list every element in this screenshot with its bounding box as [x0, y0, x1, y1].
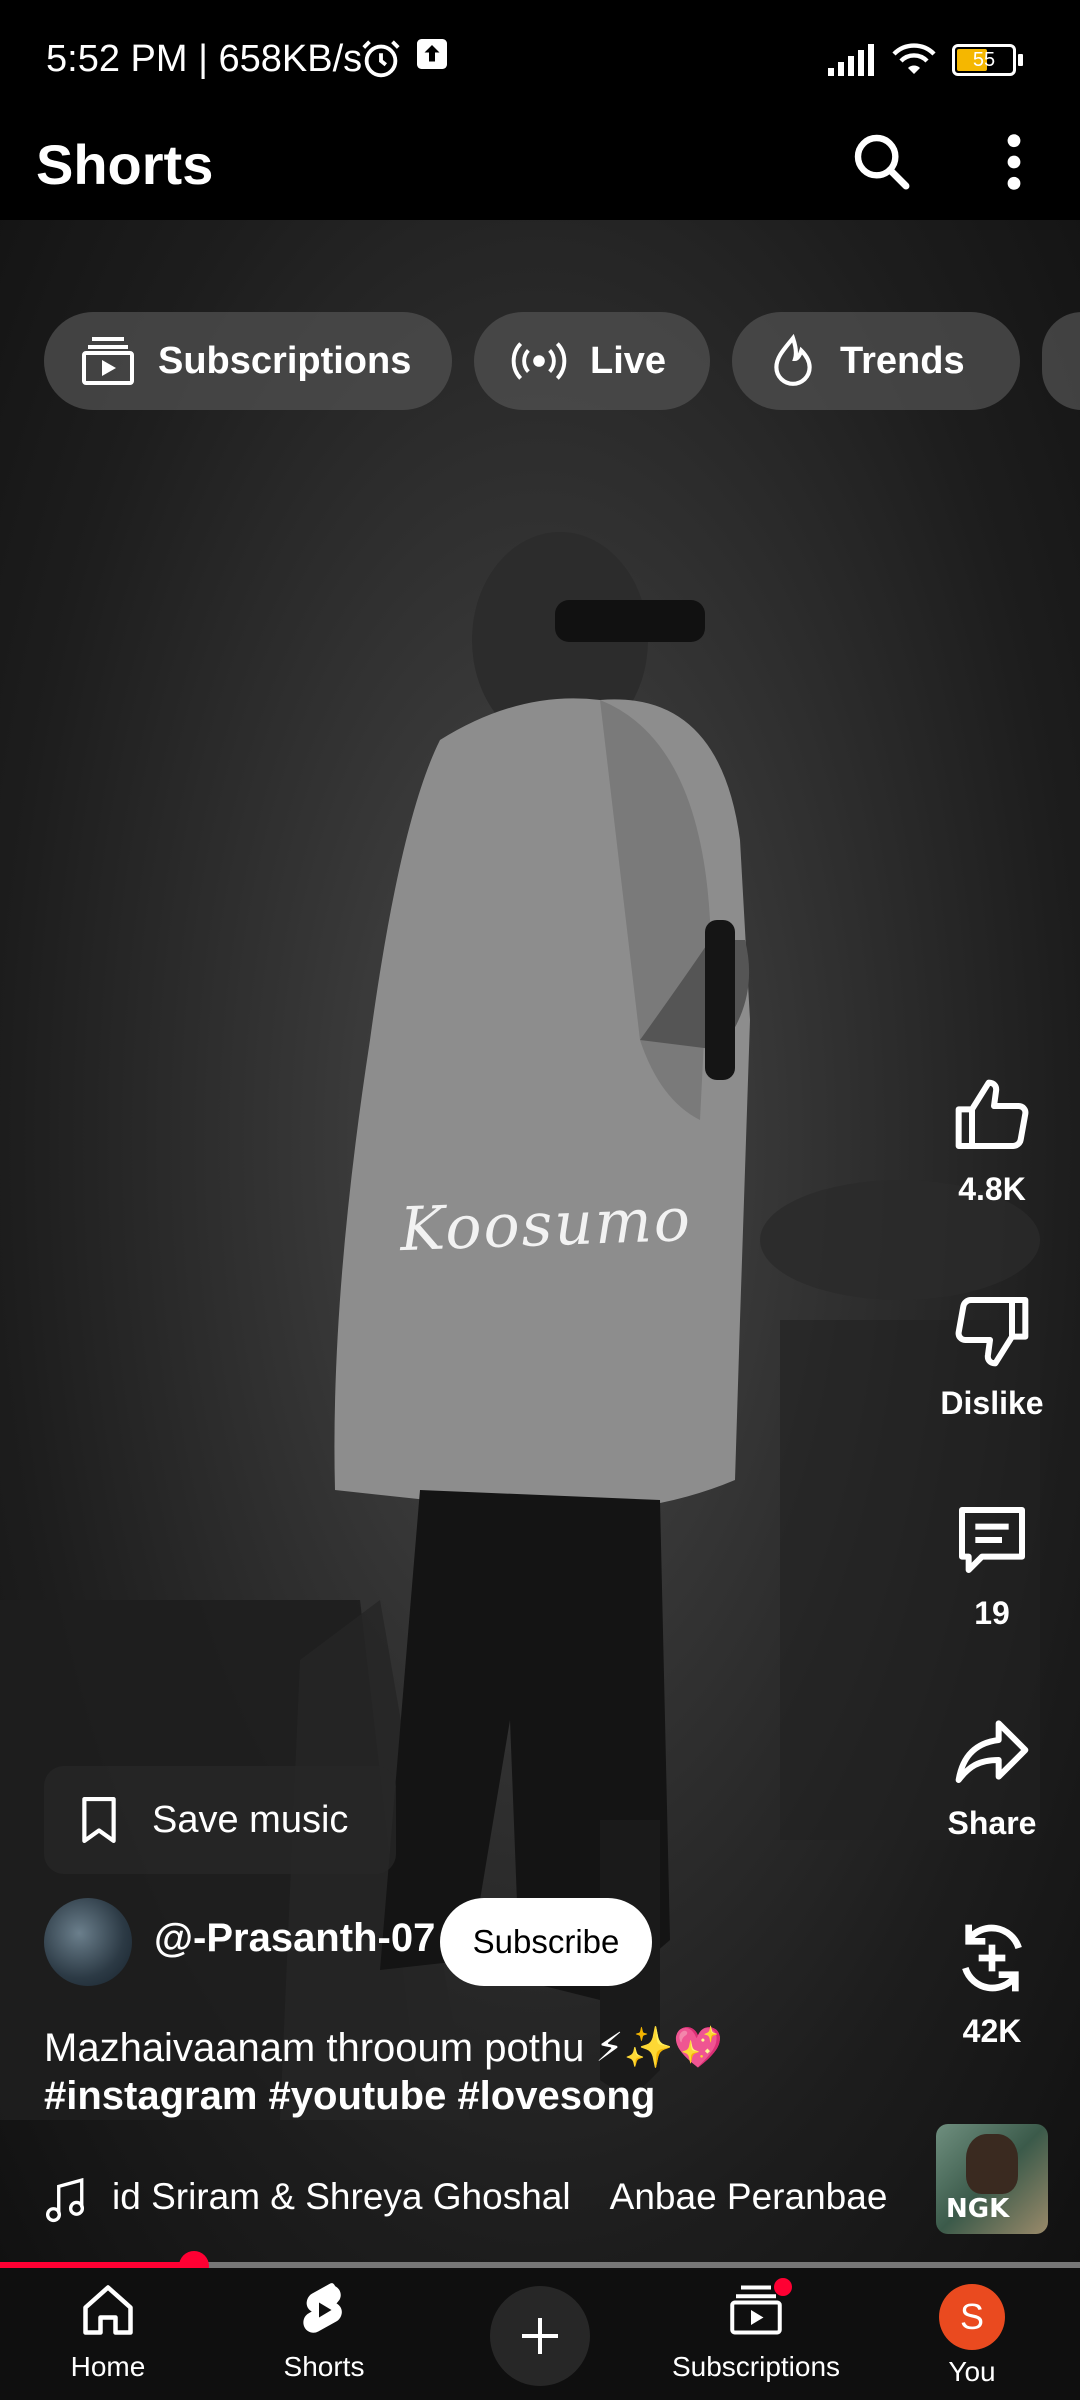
chip-subscriptions[interactable]: Subscriptions	[44, 312, 452, 410]
trends-icon	[774, 334, 812, 386]
subscriptions-icon	[82, 337, 134, 385]
search-icon[interactable]	[850, 130, 914, 194]
nav-shorts[interactable]: Shorts	[224, 2280, 424, 2383]
remix-icon	[962, 1924, 1022, 1992]
comments-count: 19	[974, 1595, 1010, 1631]
app-header: Shorts	[0, 120, 1080, 220]
thumbnail-text: NGK	[946, 2194, 1010, 2224]
page-title: Shorts	[36, 133, 214, 196]
nav-subscriptions[interactable]: Subscriptions	[656, 2278, 856, 2383]
video-caption: Mazhaivaanam throoum pothu ⚡✨💖	[44, 2026, 724, 2070]
chip-live[interactable]: Live	[474, 312, 710, 410]
music-track-text: id Sriram & Shreya Ghoshal Anbae Peranba…	[112, 2176, 888, 2217]
battery-level: 55	[972, 49, 996, 71]
chip-label: Subscriptions	[158, 339, 412, 382]
create-icon	[522, 2318, 558, 2354]
nav-label: Shorts	[283, 2351, 365, 2382]
thumbs-up-icon	[955, 1079, 1029, 1149]
music-note-icon	[45, 2178, 85, 2223]
like-button[interactable]: 4.8K	[930, 1076, 1054, 1208]
upload-icon	[417, 39, 447, 69]
save-music-label: Save music	[152, 1798, 349, 1841]
alarm-icon	[362, 40, 400, 78]
more-vert-icon[interactable]	[996, 130, 1032, 194]
share-label: Share	[947, 1805, 1037, 1841]
dislike-label: Dislike	[940, 1385, 1044, 1421]
remix-count: 42K	[962, 2013, 1022, 2049]
status-bar: 5:52 PM | 658KB/s 55	[0, 0, 1080, 120]
channel-handle[interactable]: @-Prasanth-07	[154, 1916, 435, 1961]
create-button[interactable]	[490, 2286, 590, 2386]
nav-home[interactable]: Home	[8, 2280, 208, 2383]
channel-avatar[interactable]	[44, 1898, 132, 1986]
chip-label: Live	[590, 339, 667, 382]
like-count: 4.8K	[958, 1171, 1026, 1207]
nav-you[interactable]: S You	[872, 2280, 1072, 2388]
music-thumbnail[interactable]: NGK	[936, 2124, 1048, 2234]
bookmark-icon	[82, 1797, 116, 1843]
wifi-icon	[892, 43, 936, 74]
notification-dot	[774, 2278, 792, 2296]
save-music-button[interactable]: Save music	[44, 1766, 396, 1874]
live-icon	[511, 342, 567, 380]
chip-trends[interactable]: Trends	[732, 312, 1020, 410]
status-time: 5:52 PM | 658KB/s	[46, 38, 363, 80]
share-icon	[955, 1720, 1029, 1783]
comment-icon	[959, 1507, 1025, 1573]
shorts-icon	[303, 2283, 342, 2333]
thumbs-down-icon	[955, 1297, 1029, 1367]
nav-label: Subscriptions	[671, 2351, 841, 2382]
battery-icon: 55	[952, 44, 1016, 76]
music-track-row[interactable]: id Sriram & Shreya Ghoshal Anbae Peranba…	[44, 2176, 914, 2226]
chip-label: Trends	[840, 339, 965, 382]
avatar: S	[939, 2284, 1005, 2350]
nav-label: Home	[70, 2351, 146, 2382]
remix-button[interactable]: 42K	[930, 1918, 1054, 2050]
subscribe-button[interactable]: Subscribe	[440, 1898, 652, 1986]
signal-icon	[828, 44, 874, 76]
avatar-letter: S	[959, 2296, 984, 2337]
dislike-button[interactable]: Dislike	[930, 1290, 1054, 1422]
share-button[interactable]: Share	[930, 1710, 1054, 1842]
comments-button[interactable]: 19	[930, 1500, 1054, 1632]
video-hashtags[interactable]: #instagram #youtube #lovesong	[44, 2074, 655, 2119]
nav-label: You	[948, 2356, 996, 2387]
watermark-signature: Koosumo	[398, 1184, 694, 1266]
home-icon	[83, 2285, 133, 2335]
